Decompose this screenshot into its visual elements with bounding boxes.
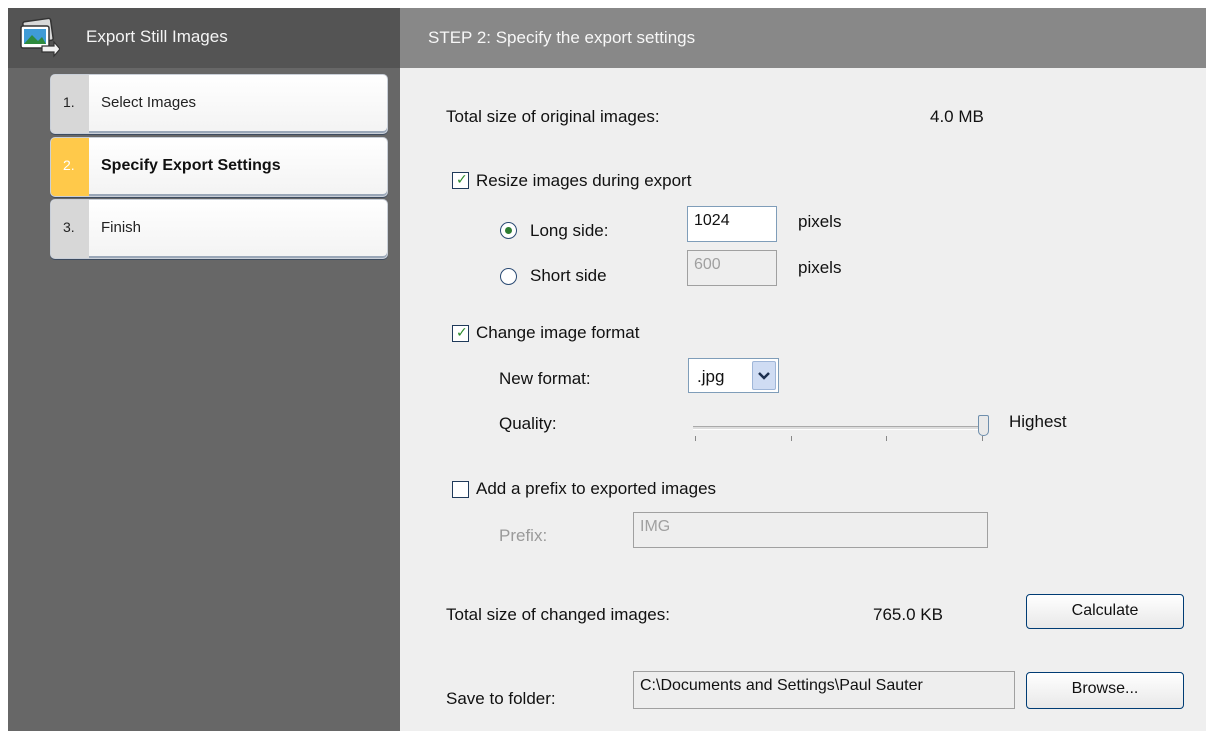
- step-label: Finish: [101, 219, 142, 236]
- format-select-value: .jpg: [697, 367, 725, 386]
- calculate-button[interactable]: Calculate: [1026, 594, 1184, 629]
- save-folder-label: Save to folder:: [446, 689, 556, 708]
- wizard-step-export-settings[interactable]: 2. Specify Export Settings: [50, 137, 388, 197]
- change-format-checkbox[interactable]: ✓: [452, 324, 469, 342]
- long-side-input[interactable]: 1024: [687, 206, 777, 242]
- quality-slider-thumb[interactable]: [978, 415, 989, 436]
- short-side-unit: pixels: [798, 258, 842, 277]
- step-number: 2.: [51, 138, 89, 196]
- quality-label: Quality:: [499, 414, 557, 433]
- resize-label[interactable]: Resize images during export: [476, 171, 691, 191]
- prefix-field-label: Prefix:: [499, 526, 548, 545]
- step-label: Select Images: [101, 94, 197, 111]
- format-select[interactable]: .jpg: [688, 358, 779, 393]
- checkmark-icon: ✓: [456, 324, 468, 340]
- short-side-input[interactable]: 600: [687, 250, 777, 286]
- step-number: 3.: [51, 200, 89, 258]
- prefix-checkbox[interactable]: [452, 481, 469, 498]
- step-header: STEP 2: Specify the export settings: [400, 8, 1206, 68]
- settings-panel: STEP 2: Specify the export settings Tota…: [400, 8, 1206, 731]
- long-side-label[interactable]: Long side:: [530, 221, 608, 241]
- app-title: Export Still Images: [86, 27, 228, 46]
- long-side-unit: pixels: [798, 212, 842, 231]
- checkmark-icon: ✓: [456, 171, 468, 187]
- step-number: 1.: [51, 75, 89, 133]
- step-label: Specify Export Settings: [101, 157, 281, 174]
- save-folder-field[interactable]: C:\Documents and Settings\Paul Sauter: [633, 671, 1015, 709]
- chevron-down-icon[interactable]: [752, 361, 776, 390]
- sidebar-header: Export Still Images: [8, 8, 400, 68]
- changed-size-value: 765.0 KB: [873, 605, 943, 624]
- change-format-label[interactable]: Change image format: [476, 323, 639, 343]
- short-side-label[interactable]: Short side: [530, 266, 607, 286]
- wizard-sidebar: Export Still Images 1. Select Images 2. …: [8, 8, 400, 731]
- new-format-label: New format:: [499, 369, 591, 388]
- long-side-radio[interactable]: [500, 222, 517, 239]
- prefix-input[interactable]: IMG: [633, 512, 988, 548]
- step-title: STEP 2: Specify the export settings: [428, 28, 696, 47]
- resize-checkbox[interactable]: ✓: [452, 171, 469, 189]
- quality-value-label: Highest: [1009, 412, 1067, 431]
- original-size-value: 4.0 MB: [930, 107, 984, 126]
- wizard-step-select-images[interactable]: 1. Select Images: [50, 74, 388, 134]
- quality-slider-track[interactable]: [693, 426, 985, 430]
- short-side-radio[interactable]: [500, 268, 517, 285]
- browse-button[interactable]: Browse...: [1026, 672, 1184, 709]
- prefix-checkbox-label[interactable]: Add a prefix to exported images: [476, 479, 716, 499]
- original-size-label: Total size of original images:: [446, 107, 660, 126]
- wizard-step-finish[interactable]: 3. Finish: [50, 199, 388, 259]
- changed-size-label: Total size of changed images:: [446, 605, 670, 624]
- export-images-icon: [20, 17, 60, 58]
